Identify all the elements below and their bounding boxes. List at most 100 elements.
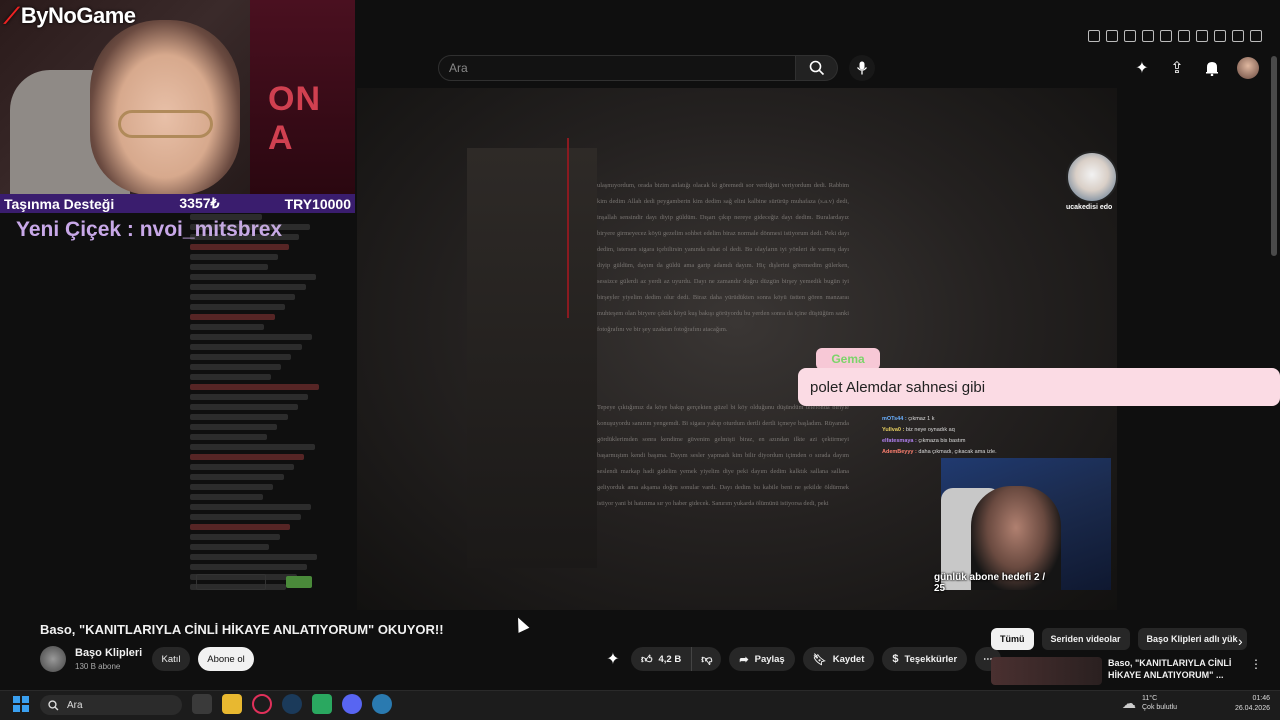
related-video-thumbnail[interactable]: [991, 657, 1102, 685]
thanks-button[interactable]: $ Teşekkürler: [882, 647, 968, 671]
search-icon: [48, 699, 59, 710]
search-input[interactable]: Ara: [438, 55, 796, 81]
extension-icon[interactable]: [1250, 30, 1262, 42]
taskbar-apps: [192, 694, 392, 714]
embedded-chat-line: [190, 484, 274, 490]
extension-icon[interactable]: [1142, 30, 1154, 42]
mouse-cursor: [512, 615, 530, 633]
embedded-chat-line: [190, 434, 267, 440]
extension-icon[interactable]: [1124, 30, 1136, 42]
taskbar-weather[interactable]: ☁ 11°C Çok bulutlu: [1122, 694, 1177, 712]
steam-icon[interactable]: [282, 694, 302, 714]
extension-icon[interactable]: [1214, 30, 1226, 42]
search-icon: [809, 60, 824, 76]
account-avatar[interactable]: [1237, 57, 1259, 79]
extension-icon[interactable]: [1196, 30, 1208, 42]
subscriber-count: 130 B abone: [75, 662, 121, 671]
extension-icon[interactable]: [1088, 30, 1100, 42]
save-button[interactable]: 🔖︎ Kaydet: [802, 647, 875, 671]
webcam-glasses: [118, 110, 213, 138]
cat-avatar-name: ucakedisi edo: [1066, 204, 1113, 211]
logo-text: ByNoGame: [20, 3, 136, 28]
embedded-chat-line: [190, 424, 278, 430]
embedded-chat-line: [190, 344, 302, 350]
microphone-icon: [856, 61, 868, 75]
dislike-button[interactable]: 👎︎: [692, 647, 722, 671]
logo-mark-icon: ⟋: [4, 3, 19, 28]
related-video-menu-icon[interactable]: ⋮: [1250, 657, 1262, 671]
chevron-right-icon[interactable]: ›: [1238, 633, 1243, 649]
embedded-chat-line: [190, 274, 317, 280]
chip-series[interactable]: Seriden videolar: [1041, 628, 1130, 650]
opera-browser-icon[interactable]: [252, 694, 272, 714]
voice-search-button[interactable]: [849, 55, 875, 81]
related-video-title[interactable]: Baso, "KANITLARIYLA CİNLİ HİKAYE ANLATIY…: [1108, 657, 1238, 681]
embedded-chat-send-button: [286, 576, 312, 588]
file-explorer-icon[interactable]: [222, 694, 242, 714]
channel-name[interactable]: Başo Klipleri: [75, 647, 142, 659]
overlay-chat-message: elfatesmaya : çıkmaza bis bastım: [882, 436, 1112, 447]
extension-icon[interactable]: [1178, 30, 1190, 42]
embedded-chat-line: [190, 364, 281, 370]
notifications-icon[interactable]: [1202, 58, 1222, 78]
subscribe-button[interactable]: Abone ol: [198, 647, 254, 671]
overlay-chat-text: çıkmaza bis bastım: [918, 438, 966, 444]
overlay-chat-message: Yullva0 : biz neye oynadık aq: [882, 425, 1112, 436]
extension-icon[interactable]: [1232, 30, 1244, 42]
embedded-chat-line: [190, 254, 279, 260]
clock-date: 26.04.2026: [1234, 705, 1270, 712]
embedded-chat-line: [190, 244, 289, 250]
overlay-chat-username: elfatesmaya :: [882, 438, 919, 444]
join-button[interactable]: Katıl: [152, 647, 190, 671]
embedded-chat-input: [196, 574, 266, 590]
embedded-chat-line: [190, 554, 318, 560]
discord-icon[interactable]: [342, 694, 362, 714]
embedded-chat-line: [190, 454, 305, 460]
extension-icon[interactable]: [1106, 30, 1118, 42]
share-button[interactable]: ➦ Paylaş: [729, 647, 795, 671]
video-red-accent-line: [567, 138, 569, 318]
channel-avatar[interactable]: [40, 646, 66, 672]
share-arrow-icon: ➦: [739, 653, 749, 666]
embedded-chat-line: [190, 544, 270, 550]
task-view-icon[interactable]: [192, 694, 212, 714]
page-scrollbar[interactable]: [1271, 56, 1277, 256]
taskbar-search[interactable]: Ara: [40, 695, 182, 715]
cat-avatar-icon: [1066, 151, 1118, 203]
taskbar-clock[interactable]: 01:46 26.04.2026: [1214, 694, 1270, 714]
embedded-chat-line: [190, 284, 306, 290]
webcam-background-text: ON A: [268, 80, 321, 157]
chip-all[interactable]: Tümü: [991, 628, 1034, 650]
extension-icon[interactable]: [1160, 30, 1172, 42]
video-actions: ✦ 👍︎ 4,2 B 👎︎ ➦ Paylaş 🔖︎ Kaydet $ Teşekkürl…: [603, 647, 1001, 671]
embedded-chat-panel: [190, 210, 320, 600]
embedded-chat-line: [190, 324, 265, 330]
stream-logo: ⟋ByNoGame: [4, 3, 136, 29]
like-dislike-group: 👍︎ 4,2 B 👎︎: [631, 647, 722, 671]
thumbs-up-icon: 👍︎: [641, 653, 653, 666]
thanks-label: Teşekkürler: [904, 653, 958, 665]
overlay-chat-message: mOTs44 : çıkmaz 1 k: [882, 414, 1112, 425]
embedded-chat-line: [190, 564, 307, 570]
embedded-chat-line: [190, 404, 298, 410]
embedded-chat-line: [190, 304, 285, 310]
chip-channel-uploads[interactable]: Başo Klipleri adlı yük: [1137, 628, 1247, 650]
extension-puzzle-icon[interactable]: ✦: [1132, 58, 1152, 78]
embedded-chat-line: [190, 504, 311, 510]
upload-icon[interactable]: ⇪: [1167, 58, 1187, 78]
windows-start-icon[interactable]: [13, 696, 29, 712]
settings-gear-icon[interactable]: [372, 694, 392, 714]
header-actions: ✦ ⇪: [1132, 57, 1259, 79]
browser-extension-icons: [1088, 30, 1262, 42]
extension-puzzle-icon[interactable]: ✦: [603, 649, 623, 669]
embedded-chat-line: [190, 374, 271, 380]
taskbar-search-label: Ara: [67, 699, 83, 711]
embedded-chat-line: [190, 444, 315, 450]
webcam-streamer: [90, 20, 240, 195]
weather-condition: Çok bulutlu: [1142, 704, 1178, 711]
search-button[interactable]: [796, 55, 838, 81]
chat-app-icon[interactable]: [312, 694, 332, 714]
overlay-chat-username: AdemBeyyy :: [882, 449, 919, 455]
like-button[interactable]: 👍︎ 4,2 B: [631, 647, 693, 671]
embedded-chat-line: [190, 514, 301, 520]
